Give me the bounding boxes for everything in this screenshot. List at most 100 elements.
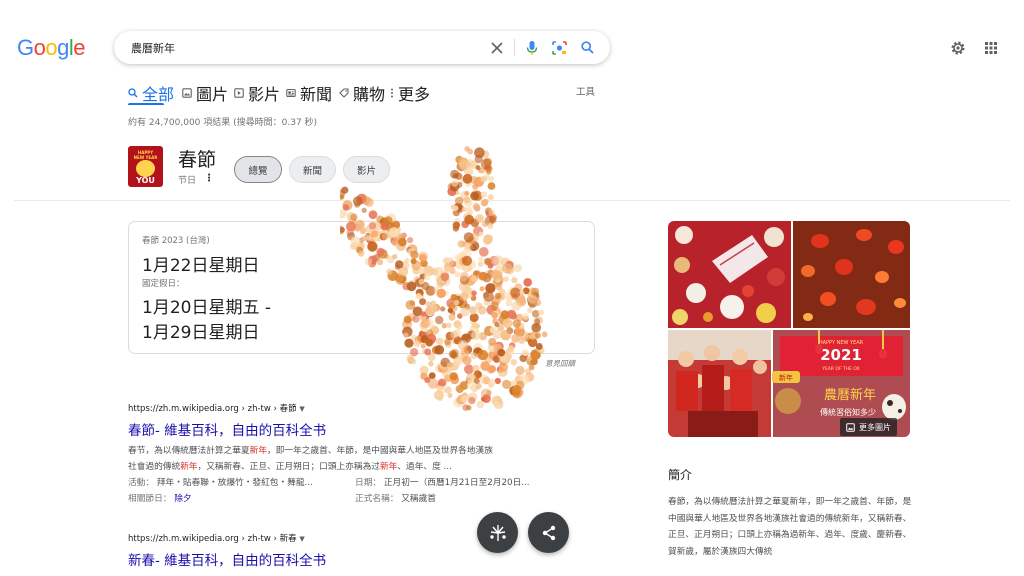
confetti-dot bbox=[352, 196, 363, 206]
tab-label: 購物 bbox=[353, 85, 386, 104]
image-grid[interactable]: HAPPY NEW YEAR 2021 YEAR OF THE OX 新年 農曆… bbox=[668, 221, 910, 437]
caret-down-icon[interactable]: ▼ bbox=[299, 405, 304, 413]
google-logo[interactable]: Google bbox=[17, 35, 86, 61]
result-title[interactable]: 春節- 維基百科，自由的百科全书 bbox=[128, 419, 578, 439]
confetti-dot bbox=[468, 392, 478, 402]
confetti-dot bbox=[424, 377, 431, 384]
confetti-dot bbox=[455, 155, 464, 164]
logo-letter: o bbox=[45, 35, 58, 60]
confetti-dot bbox=[487, 378, 496, 387]
svg-text:2021: 2021 bbox=[820, 346, 862, 364]
more-images-button[interactable]: 更多圖片 bbox=[840, 418, 897, 436]
image-tile-family[interactable] bbox=[668, 330, 771, 437]
apps-grid-icon[interactable] bbox=[981, 38, 1000, 57]
settings-gear-icon[interactable] bbox=[948, 38, 967, 57]
confetti-dot bbox=[510, 359, 518, 366]
tools-button[interactable]: 工具 bbox=[576, 84, 595, 98]
feedback-link[interactable]: 意見回饋 bbox=[545, 358, 575, 369]
confetti-dot bbox=[475, 382, 482, 390]
confetti-dot bbox=[342, 200, 353, 211]
tab-videos[interactable]: 影片 bbox=[234, 84, 280, 104]
tab-news[interactable]: 新聞 bbox=[286, 84, 332, 104]
confetti-dot bbox=[474, 147, 485, 158]
date-primary: 1月22日星期日 bbox=[142, 256, 260, 276]
result-stats: 約有 24,700,000 項結果 (搜尋時間：0.37 秒) bbox=[128, 118, 318, 128]
search-divider bbox=[514, 39, 515, 56]
confetti-dot bbox=[480, 158, 492, 170]
confetti-dot bbox=[464, 364, 474, 375]
confetti-dot bbox=[459, 353, 465, 360]
confetti-dot bbox=[469, 176, 478, 184]
confetti-dot bbox=[474, 155, 483, 164]
confetti-dot bbox=[528, 364, 535, 371]
confetti-dot bbox=[464, 395, 470, 401]
image-tile-food[interactable] bbox=[668, 221, 791, 328]
confetti-dot bbox=[453, 356, 462, 364]
image-tile-lanterns[interactable] bbox=[793, 221, 910, 328]
confetti-dot bbox=[519, 374, 530, 385]
search-input[interactable] bbox=[131, 38, 471, 57]
result-attribute: 活動： 拜年・貼春聯・放爆竹・發紅包・舞龍... bbox=[128, 478, 313, 488]
confetti-dot bbox=[436, 382, 445, 391]
confetti-dot bbox=[438, 360, 448, 370]
confetti-dot bbox=[428, 372, 436, 380]
confetti-dot bbox=[485, 210, 494, 218]
confetti-dot bbox=[512, 388, 521, 398]
confetti-dot bbox=[526, 357, 536, 366]
result-url[interactable]: https://zh.m.wikipedia.org › zh-tw › 春節 … bbox=[128, 402, 578, 414]
confetti-dot bbox=[487, 182, 496, 190]
chip-videos[interactable]: 影片 bbox=[343, 156, 390, 183]
tab-more[interactable]: 更多 bbox=[390, 84, 430, 104]
confetti-dot bbox=[462, 173, 473, 184]
fireworks-button[interactable] bbox=[477, 512, 518, 553]
tab-images[interactable]: 圖片 bbox=[182, 84, 229, 104]
confetti-dot bbox=[456, 161, 467, 172]
logo-letter: g bbox=[57, 35, 69, 60]
confetti-dot bbox=[527, 355, 533, 362]
confetti-dot bbox=[443, 375, 451, 382]
clear-search-icon[interactable] bbox=[488, 39, 505, 56]
confetti-dot bbox=[519, 354, 528, 363]
confetti-dot bbox=[469, 160, 478, 169]
related-festival-link[interactable]: 除夕 bbox=[174, 494, 191, 504]
confetti-dot bbox=[454, 190, 460, 196]
festival-thumbnail[interactable]: HAPPY NEW YEAR YOU bbox=[128, 146, 163, 187]
chip-news[interactable]: 新聞 bbox=[289, 156, 336, 183]
more-options-icon[interactable]: ⋮ bbox=[204, 173, 214, 184]
confetti-dot bbox=[464, 177, 472, 185]
confetti-dot bbox=[465, 161, 471, 167]
tab-shopping[interactable]: 購物 bbox=[339, 84, 386, 104]
confetti-dot bbox=[500, 354, 510, 365]
confetti-dot bbox=[463, 213, 471, 221]
share-button[interactable] bbox=[528, 512, 569, 553]
confetti-dot bbox=[470, 384, 479, 392]
confetti-dot bbox=[456, 386, 464, 394]
tag-icon bbox=[339, 88, 349, 98]
camera-lens-icon[interactable] bbox=[551, 39, 568, 56]
confetti-dot bbox=[509, 388, 517, 396]
search-icon[interactable] bbox=[579, 39, 596, 56]
confetti-dot bbox=[467, 209, 473, 216]
result-title[interactable]: 新春- 維基百科，自由的百科全书 bbox=[128, 549, 578, 569]
confetti-dot bbox=[368, 210, 378, 220]
confetti-dot bbox=[459, 381, 469, 390]
video-icon bbox=[234, 88, 244, 98]
confetti-dot bbox=[346, 212, 356, 222]
caret-down-icon[interactable]: ▼ bbox=[299, 535, 304, 543]
confetti-dot bbox=[460, 177, 467, 184]
intro-text: 春節，為以傳統曆法計算之華夏新年，即一年之歲首、年節，是中國與華人地區及世界各地… bbox=[668, 497, 912, 557]
microphone-icon[interactable] bbox=[523, 39, 540, 56]
confetti-dot bbox=[516, 380, 525, 390]
confetti-dot bbox=[477, 371, 483, 377]
date-label: 春節 2023 (台灣) bbox=[142, 236, 210, 246]
logo-letter: e bbox=[73, 35, 86, 60]
tab-label: 圖片 bbox=[196, 85, 229, 104]
tab-label: 全部 bbox=[142, 85, 175, 104]
image-icon bbox=[846, 422, 855, 432]
confetti-dot bbox=[419, 365, 429, 375]
tab-all[interactable]: 全部 bbox=[128, 84, 175, 104]
more-vert-icon bbox=[391, 88, 393, 98]
chip-overview[interactable]: 總覽 bbox=[234, 156, 282, 183]
confetti-dot bbox=[514, 375, 524, 384]
entity-title: 春節 bbox=[178, 149, 217, 171]
